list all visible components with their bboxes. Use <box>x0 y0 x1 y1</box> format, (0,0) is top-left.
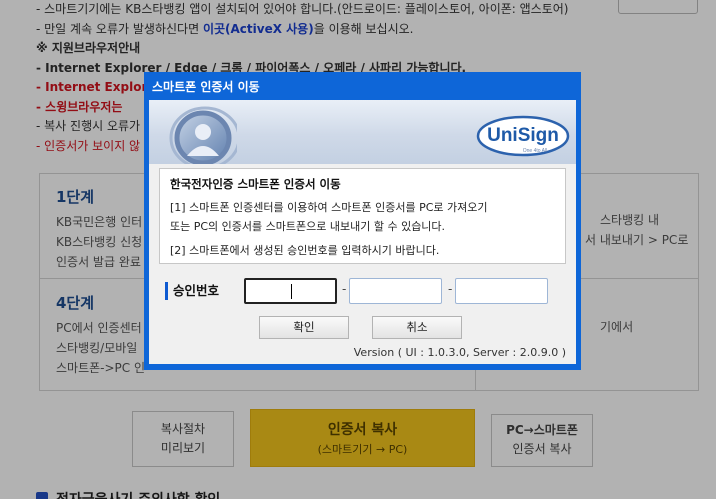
separator-dash: - <box>448 282 453 296</box>
version-info: Version ( UI : 1.0.3.0, Server : 2.0.9.0… <box>353 346 566 359</box>
unisign-logo-text: UniSign <box>487 125 559 146</box>
info-text: [1] 스마트폰 인증센터를 이용하여 스마트폰 인증서를 PC로 가져오기 <box>170 201 488 214</box>
approval-number-row: 승인번호 - - <box>165 278 565 306</box>
text-caret <box>291 284 292 299</box>
cancel-button[interactable]: 취소 <box>372 316 462 339</box>
dialog-banner: UniSign One 4to All <box>149 100 576 164</box>
info-box: 한국전자인증 스마트폰 인증서 이동 [1] 스마트폰 인증센터를 이용하여 스… <box>159 168 566 264</box>
approval-number-input-1[interactable] <box>244 278 337 304</box>
approval-number-input-2[interactable] <box>349 278 442 304</box>
approval-number-label: 승인번호 <box>173 283 220 298</box>
approval-number-input-3[interactable] <box>455 278 548 304</box>
smartphone-cert-dialog: 스마트폰 인증서 이동 UniSign One 4to All 한국전자인증 스… <box>144 72 581 370</box>
label-accent-bar <box>165 282 168 300</box>
unisign-tagline: One 4to All <box>523 148 547 154</box>
info-text: [2] 스마트폰에서 생성된 승인번호를 입력하시기 바랍니다. <box>170 244 440 257</box>
separator-dash: - <box>342 282 347 296</box>
dialog-title: 스마트폰 인증서 이동 <box>152 80 260 94</box>
info-title: 한국전자인증 스마트폰 인증서 이동 <box>170 177 341 191</box>
confirm-button[interactable]: 확인 <box>259 316 349 339</box>
certificate-logo-icon <box>169 106 237 164</box>
dialog-body: UniSign One 4to All 한국전자인증 스마트폰 인증서 이동 [… <box>149 100 576 364</box>
unisign-logo: UniSign One 4to All <box>476 115 570 157</box>
info-text: 또는 PC의 인증서를 스마트폰으로 내보내기 할 수 있습니다. <box>170 220 446 233</box>
